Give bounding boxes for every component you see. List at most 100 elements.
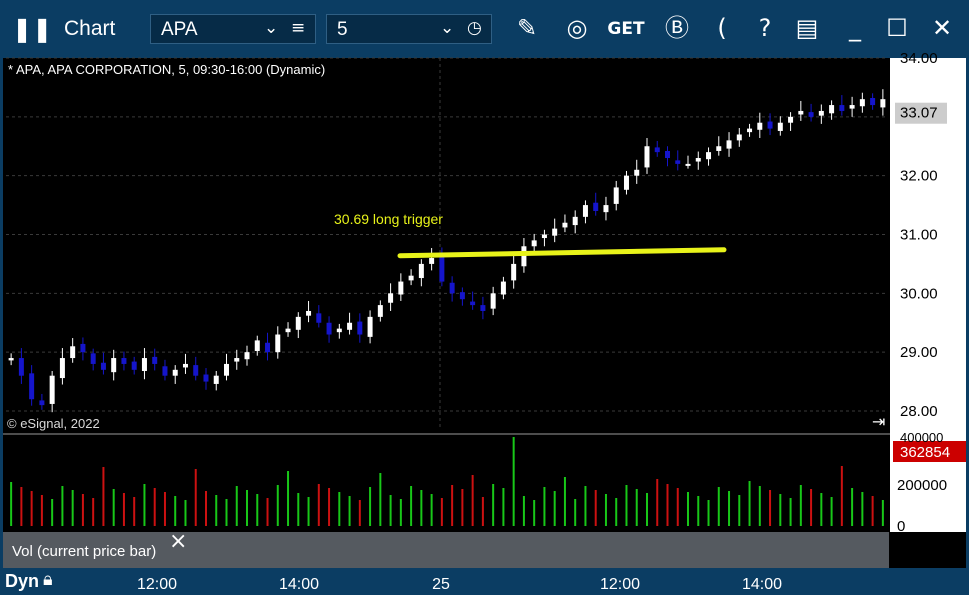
time-tick-label: 12:00 — [137, 576, 177, 593]
candle-body — [388, 293, 394, 303]
candle-body — [285, 328, 291, 333]
candle-body — [418, 263, 424, 279]
candle-body — [459, 292, 465, 300]
candle-body — [295, 316, 301, 330]
candle-body — [429, 258, 435, 264]
candle-body — [80, 343, 86, 353]
candle-body — [777, 122, 783, 131]
candle-body — [347, 322, 353, 330]
time-tick-label: 14:00 — [279, 576, 319, 593]
candle-body — [480, 305, 486, 311]
price-tick-label: 31.00 — [900, 227, 938, 244]
candle-body — [162, 366, 168, 376]
candle-body — [562, 222, 568, 228]
candle-body — [726, 140, 732, 149]
candle-body — [582, 205, 588, 217]
candle-body — [788, 116, 794, 123]
candle-body — [29, 373, 35, 400]
candle-body — [254, 340, 260, 351]
volume-last-label: 362854 — [900, 444, 950, 461]
candle-body — [152, 356, 158, 364]
candle-body — [603, 205, 609, 213]
candle-body — [213, 375, 219, 384]
candle-body — [439, 255, 445, 282]
candle-body — [326, 322, 332, 335]
time-tick-label: 25 — [432, 576, 450, 593]
candle-body — [521, 246, 527, 267]
candle-body — [131, 361, 137, 370]
candle-body — [695, 158, 701, 162]
candle-body — [18, 358, 24, 376]
scroll-end-icon[interactable]: ⇥ — [872, 412, 885, 431]
candle-body — [182, 363, 188, 368]
candle-body — [377, 305, 383, 317]
price-tick-label: 29.00 — [900, 344, 938, 361]
candle-body — [818, 110, 824, 116]
candle-body — [111, 358, 117, 373]
candle-body — [8, 358, 14, 361]
candle-body — [398, 281, 404, 295]
trigger-line — [397, 247, 727, 259]
candle-body — [275, 334, 281, 353]
candle-body — [685, 163, 691, 166]
candle-body — [839, 105, 845, 111]
candle-body — [623, 175, 629, 190]
candle-body — [849, 105, 855, 109]
price-tick-label: 32.00 — [900, 168, 938, 185]
candle-body — [552, 228, 558, 236]
candle-body — [500, 281, 506, 295]
candle-body — [654, 147, 660, 153]
candlestick-chart: 34.00 33.07 32.00 31.00 30.00 29.00 28.00 36285… — [3, 50, 966, 593]
price-tick-label: 28.00 — [900, 403, 938, 420]
candle-body — [757, 122, 763, 130]
candle-body — [316, 313, 322, 323]
candle-body — [470, 301, 476, 306]
candle-body — [880, 99, 886, 108]
candle-body — [234, 358, 240, 362]
candle-body — [572, 216, 578, 226]
candle-body — [706, 152, 712, 160]
chart-header: * APA, APA CORPORATION, 5, 09:30-16:00 (… — [8, 62, 326, 77]
candle-body — [244, 352, 250, 360]
candle-body — [634, 169, 640, 176]
candle-body — [531, 240, 537, 247]
volume-tick-label: 200000 — [897, 477, 947, 494]
candle-body — [736, 134, 742, 141]
candle-body — [193, 365, 199, 376]
copyright-label: © eSignal, 2022 — [7, 416, 100, 431]
price-tick-label: 34.00 — [900, 50, 938, 67]
candle-body — [644, 146, 650, 168]
candle-body — [367, 316, 373, 337]
candle-body — [716, 146, 722, 151]
candle-body — [90, 353, 96, 364]
candle-body — [336, 328, 342, 333]
candle-body — [357, 321, 363, 335]
candle-body — [70, 346, 76, 359]
candle-body — [767, 121, 773, 129]
candle-body — [265, 342, 271, 353]
candle-body — [665, 150, 670, 159]
candle-body — [49, 375, 55, 404]
candle-body — [141, 358, 147, 371]
candle-body — [59, 358, 65, 379]
candle-body — [541, 234, 547, 239]
trigger-annotation: 30.69 long trigger — [334, 211, 443, 227]
candle-body — [172, 369, 178, 376]
candle-body — [408, 275, 414, 281]
candle-body — [859, 99, 865, 107]
candle-body — [121, 358, 127, 364]
candle-body — [100, 362, 106, 370]
time-tick-label: 12:00 — [600, 576, 640, 593]
candle-body — [39, 400, 45, 406]
time-tick-label: 14:00 — [742, 576, 782, 593]
candle-body — [829, 105, 835, 114]
candle-body — [593, 202, 599, 211]
volume-tick-label: 0 — [897, 518, 905, 535]
candle-body — [511, 263, 517, 281]
candle-body — [798, 110, 804, 115]
candle-body — [870, 98, 876, 106]
candle-body — [449, 282, 455, 294]
candle-body — [808, 112, 814, 117]
candle-body — [490, 293, 496, 309]
candle-body — [306, 310, 312, 316]
